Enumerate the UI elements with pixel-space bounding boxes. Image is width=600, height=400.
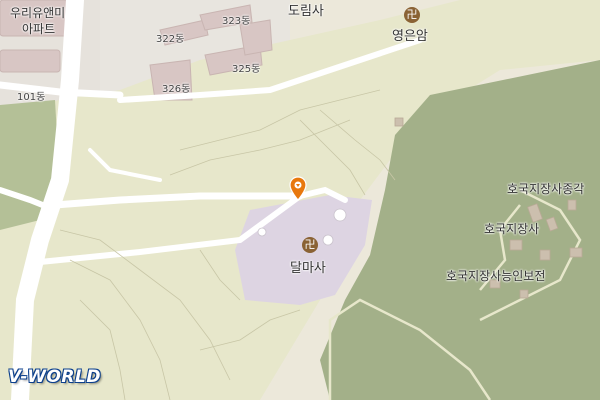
building-326-label: 326동: [162, 84, 191, 95]
building-101-label: 101동: [17, 92, 46, 103]
temple-icon[interactable]: 卍: [404, 7, 420, 23]
apartment-sub-label: 아파트: [22, 22, 56, 36]
temple-icon[interactable]: 卍: [302, 237, 318, 253]
hoguk-boseon-label[interactable]: 호국지장사능인보전: [446, 267, 545, 284]
dalmasa-label[interactable]: 달마사: [290, 257, 326, 276]
apartment-name-label: 우리유앤미: [10, 6, 66, 20]
building-323-label: 323동: [222, 16, 251, 27]
building-322-label: 322동: [156, 34, 185, 45]
dorimsa-label: 도림사: [288, 4, 324, 19]
yeongeunam-label[interactable]: 영은암: [392, 25, 428, 44]
location-pin-icon[interactable]: [288, 176, 308, 202]
building-325-label: 325동: [232, 64, 261, 75]
hoguk-jongak-label[interactable]: 호국지장사종각: [507, 180, 584, 197]
hoguk-jijangsa-label[interactable]: 호국지장사: [484, 220, 539, 237]
vworld-logo: V-WORLD: [8, 367, 101, 387]
map-canvas[interactable]: 우리유앤미 아파트 101동 322동 323동 325동 326동 도림사 卍…: [0, 0, 600, 400]
